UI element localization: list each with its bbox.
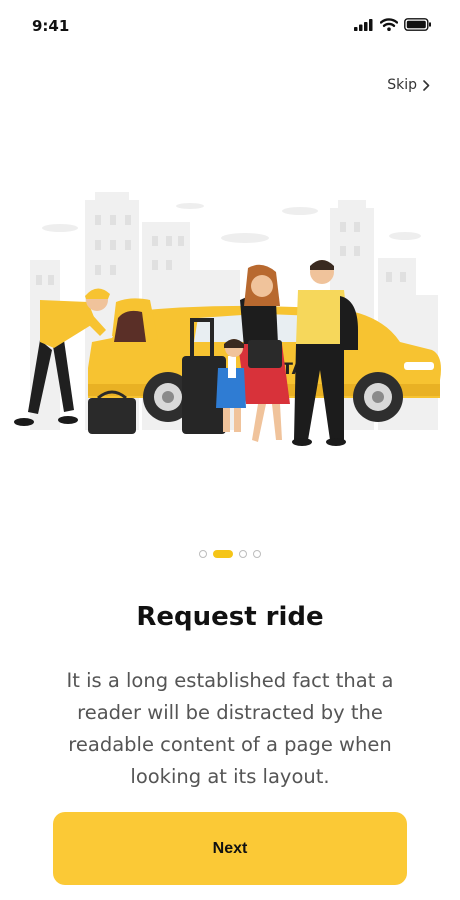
pagination-dot-active[interactable] [213,550,233,558]
status-time: 9:41 [32,17,70,35]
onboarding-description: It is a long established fact that a rea… [66,669,394,788]
mother [238,264,290,442]
pagination-dot[interactable] [199,550,207,558]
luggage-bag [88,390,136,434]
signal-icon [354,18,373,31]
next-button-label: Next [212,839,248,857]
status-bar: 9:41 [0,0,460,52]
chevron-right-icon [423,79,430,91]
wifi-icon [380,18,398,31]
next-button[interactable]: Next [53,812,407,885]
battery-icon [404,18,431,31]
pagination-dot[interactable] [253,550,261,558]
skip-label: Skip [387,77,417,93]
pagination-dots [0,550,460,558]
status-icons [354,18,432,31]
skip-button[interactable]: Skip [387,77,430,93]
onboarding-illustration: TA [14,192,441,446]
pagination-dot[interactable] [239,550,247,558]
onboarding-title: Request ride [136,602,324,632]
